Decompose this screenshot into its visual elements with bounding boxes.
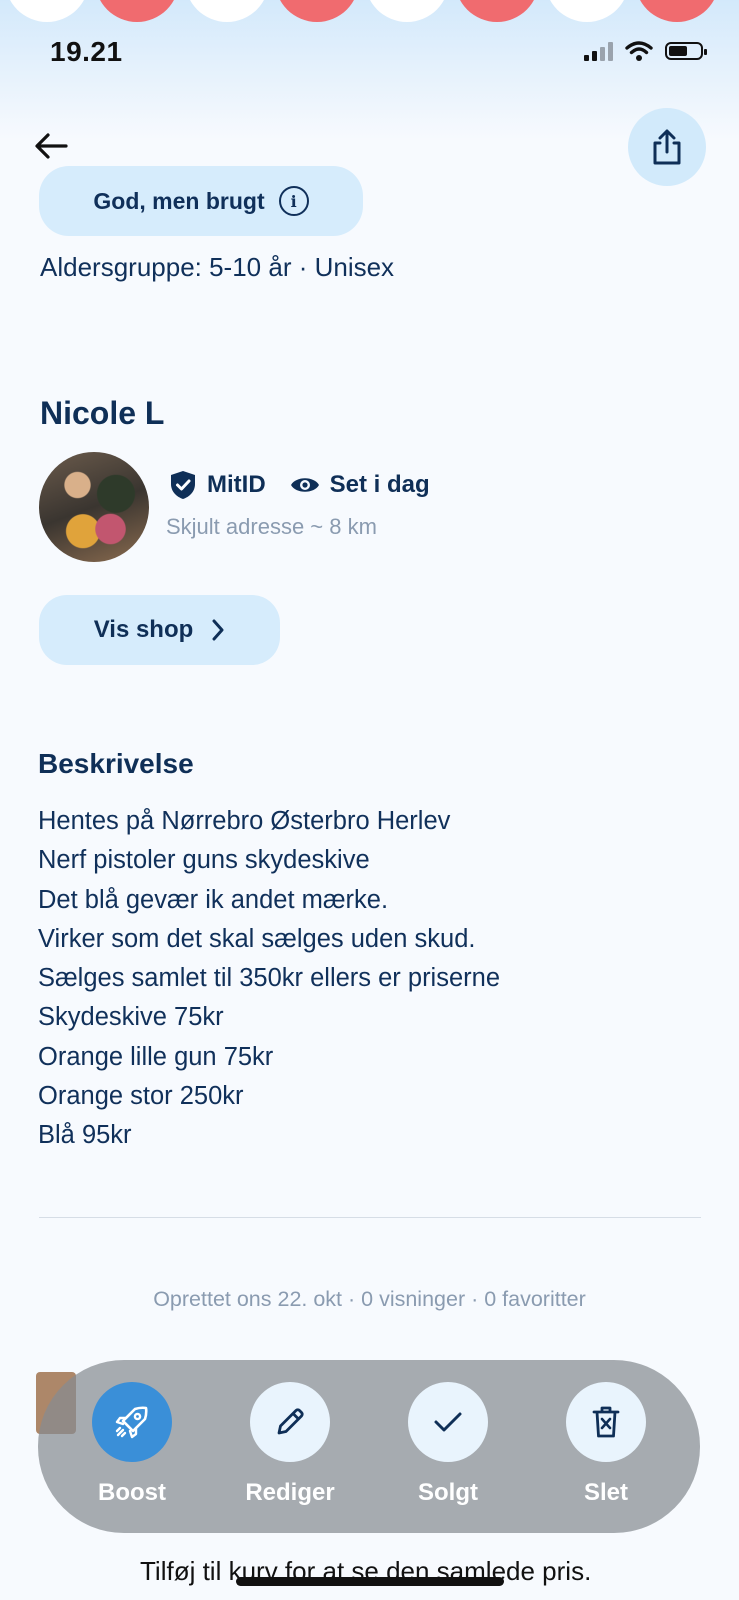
arrow-left-icon[interactable] xyxy=(32,126,72,166)
avatar[interactable] xyxy=(39,452,149,562)
description-line: Blå 95kr xyxy=(38,1121,132,1150)
battery-icon xyxy=(665,42,707,60)
share-button[interactable] xyxy=(628,108,706,186)
vis-shop-button[interactable]: Vis shop xyxy=(39,595,280,665)
boost-circle[interactable] xyxy=(92,1382,172,1462)
header-background xyxy=(0,0,739,140)
shield-check-icon xyxy=(171,471,195,499)
age-group-text: Aldersgruppe: 5-10 år · Unisex xyxy=(40,252,395,282)
checkmark-icon xyxy=(434,1412,462,1432)
vis-shop-label: Vis shop xyxy=(93,616,194,643)
description-line: Det blå gevær ik andet mærke. xyxy=(38,885,389,914)
sold-button[interactable]: Solgt xyxy=(393,1382,503,1507)
mitid-badge: MitID xyxy=(169,470,266,500)
description-line: Orange stor 250kr xyxy=(38,1082,244,1111)
delete-circle[interactable] xyxy=(566,1382,646,1462)
description-line: Hentes på Nørrebro Østerbro Herlev xyxy=(38,807,451,835)
description-title: Beskrivelse xyxy=(38,748,194,779)
mitid-label: MitID xyxy=(207,471,266,498)
edit-button[interactable]: Rediger xyxy=(235,1382,345,1507)
seller-badges: MitID Set i dag xyxy=(169,470,430,500)
edit-label: Rediger xyxy=(245,1479,335,1506)
seen-label: Set i dag xyxy=(329,471,430,498)
trash-icon xyxy=(592,1406,620,1438)
description-body: Hentes på Nørrebro Østerbro Herlev Nerf … xyxy=(38,802,698,1156)
status-icons xyxy=(584,40,707,62)
cellular-signal-icon xyxy=(584,41,613,61)
delete-label: Slet xyxy=(583,1479,628,1506)
distance-text: Skjult adresse ~ 8 km xyxy=(166,514,377,539)
pencil-icon xyxy=(277,1408,304,1435)
condition-label: God, men brugt xyxy=(93,187,265,214)
boost-button[interactable]: Boost xyxy=(77,1382,187,1507)
description-line: Orange lille gun 75kr xyxy=(38,1042,274,1071)
description-line: Sælges samlet til 350kr ellers er priser… xyxy=(38,964,501,993)
seller-name[interactable]: Nicole L xyxy=(40,395,164,432)
chevron-right-icon xyxy=(212,619,224,641)
description-line: Nerf pistoler guns skydeskive xyxy=(38,846,370,875)
sold-label: Solgt xyxy=(418,1479,478,1506)
share-icon xyxy=(653,129,681,165)
rocket-icon xyxy=(115,1406,148,1439)
wifi-icon xyxy=(625,41,653,61)
divider xyxy=(39,1217,701,1218)
status-time: 19.21 xyxy=(50,36,123,67)
description-line: Skydeskive 75kr xyxy=(38,1003,224,1032)
delete-button[interactable]: Slet xyxy=(551,1382,661,1507)
seen-badge: Set i dag xyxy=(290,471,430,499)
condition-chip[interactable]: God, men brugt i xyxy=(39,166,363,236)
description-line: Virker som det skal sælges uden skud. xyxy=(38,924,476,953)
eye-icon xyxy=(290,478,319,492)
info-icon: i xyxy=(278,186,309,216)
edit-circle[interactable] xyxy=(250,1382,330,1462)
scribble-overlay xyxy=(236,1577,504,1586)
sold-circle[interactable] xyxy=(408,1382,488,1462)
listing-meta: Oprettet ons 22. okt · 0 visninger · 0 f… xyxy=(153,1287,586,1311)
boost-label: Boost xyxy=(98,1479,166,1506)
